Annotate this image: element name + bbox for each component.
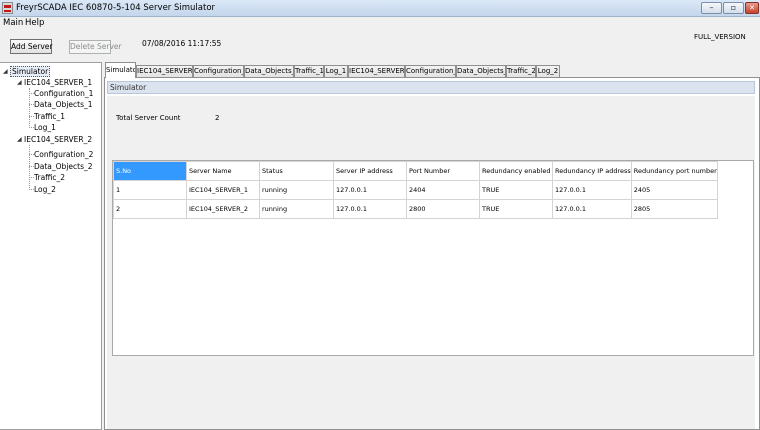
table-cell[interactable]: 127.0.0.1 [552,180,632,200]
table-cell[interactable]: 2800 [406,199,480,219]
column-header-redundancy-ip[interactable]: Redundancy IP address [552,161,632,181]
tree-item-traffic-1[interactable]: Traffic_1 [34,112,65,121]
delete-server-button[interactable]: Delete Server [69,40,122,54]
table-cell[interactable]: 127.0.0.1 [552,199,632,219]
table-cell[interactable]: 2805 [630,199,718,219]
tree-item-data-objects-1[interactable]: Data_Objects_1 [34,100,93,109]
table-header-row: S.No Server Name Status Server IP addres… [113,161,718,181]
server-count-value: 2 [215,114,220,122]
tree-line [29,88,30,128]
menu-main[interactable]: Main [3,18,23,28]
tab-simulator[interactable]: Simulator [105,62,136,78]
add-server-button[interactable]: Add Server [10,39,53,54]
table-cell[interactable]: 1 [113,180,187,200]
menu-bar: Main Help [0,17,760,30]
navigation-tree: ◢ Simulator ◢ IEC104_SERVER_1 Configurat… [0,62,102,430]
tab-log-1[interactable]: Log_1 [324,65,348,77]
tab-iec104-server-2[interactable]: IEC104_SERVER_2 [348,65,405,77]
column-header-status[interactable]: Status [259,161,334,181]
tab-configuration-2[interactable]: Configuration_2 [405,65,456,77]
table-row[interactable]: 2 IEC104_SERVER_2 running 127.0.0.1 2800… [113,199,718,219]
collapse-icon[interactable]: ◢ [3,68,8,75]
tab-log-2[interactable]: Log_2 [536,65,560,77]
section-header: Simulator [107,81,755,94]
tree-item-configuration-2[interactable]: Configuration_2 [34,150,93,159]
tree-item-server-1[interactable]: IEC104_SERVER_1 [24,78,92,87]
table-cell[interactable]: 2 [113,199,187,219]
menu-help[interactable]: Help [25,18,44,28]
collapse-icon[interactable]: ◢ [17,136,22,143]
column-header-sno[interactable]: S.No [113,161,187,181]
title-bar: FreyrSCADA IEC 60870-5-104 Server Simula… [0,0,760,17]
tree-item-configuration-1[interactable]: Configuration_1 [34,89,93,98]
tree-item-simulator[interactable]: Simulator [10,66,51,77]
version-label: FULL_VERSION [694,33,746,41]
minimize-icon[interactable]: – [701,2,722,14]
table-row[interactable]: 1 IEC104_SERVER_1 running 127.0.0.1 2404… [113,180,718,200]
tab-traffic-1[interactable]: Traffic_1 [294,65,324,77]
app-icon [2,2,13,14]
window-title: FreyrSCADA IEC 60870-5-104 Server Simula… [16,3,216,13]
tree-item-traffic-2[interactable]: Traffic_2 [34,173,65,182]
tree-item-log-2[interactable]: Log_2 [34,185,56,194]
tab-data-objects-2[interactable]: Data_Objects_2 [456,65,506,77]
tree-item-data-objects-2[interactable]: Data_Objects_2 [34,162,93,171]
column-header-port-number[interactable]: Port Number [406,161,480,181]
table-cell[interactable]: 2405 [630,180,718,200]
column-header-server-name[interactable]: Server Name [186,161,260,181]
tab-data-objects-1[interactable]: Data_Objects_1 [244,65,294,77]
server-count-label: Total Server Count [116,114,181,122]
maximize-icon[interactable]: ▫ [723,2,744,14]
table-cell[interactable]: TRUE [479,199,553,219]
column-header-redundancy-enabled[interactable]: Redundancy enabled [479,161,553,181]
close-icon[interactable]: ✕ [745,2,759,14]
column-header-server-ip[interactable]: Server IP address [333,161,407,181]
table-cell[interactable]: IEC104_SERVER_1 [186,180,260,200]
tab-iec104-server-1[interactable]: IEC104_SERVER_1 [136,65,193,77]
table-cell[interactable]: IEC104_SERVER_2 [186,199,260,219]
tree-item-log-1[interactable]: Log_1 [34,123,56,132]
table-cell[interactable]: running [259,199,334,219]
table-cell[interactable]: 127.0.0.1 [333,180,407,200]
tab-traffic-2[interactable]: Traffic_2 [506,65,536,77]
server-table: S.No Server Name Status Server IP addres… [112,160,754,356]
table-cell[interactable]: TRUE [479,180,553,200]
tree-line [29,145,30,190]
column-header-redundancy-port[interactable]: Redundancy port number [630,161,718,181]
table-cell[interactable]: 2404 [406,180,480,200]
datetime-display: 07/08/2016 11:17:55 [142,39,222,48]
table-cell[interactable]: 127.0.0.1 [333,199,407,219]
tab-configuration-1[interactable]: Configuration_1 [193,65,244,77]
collapse-icon[interactable]: ◢ [17,79,22,86]
table-cell[interactable]: running [259,180,334,200]
tree-item-server-2[interactable]: IEC104_SERVER_2 [24,135,92,144]
